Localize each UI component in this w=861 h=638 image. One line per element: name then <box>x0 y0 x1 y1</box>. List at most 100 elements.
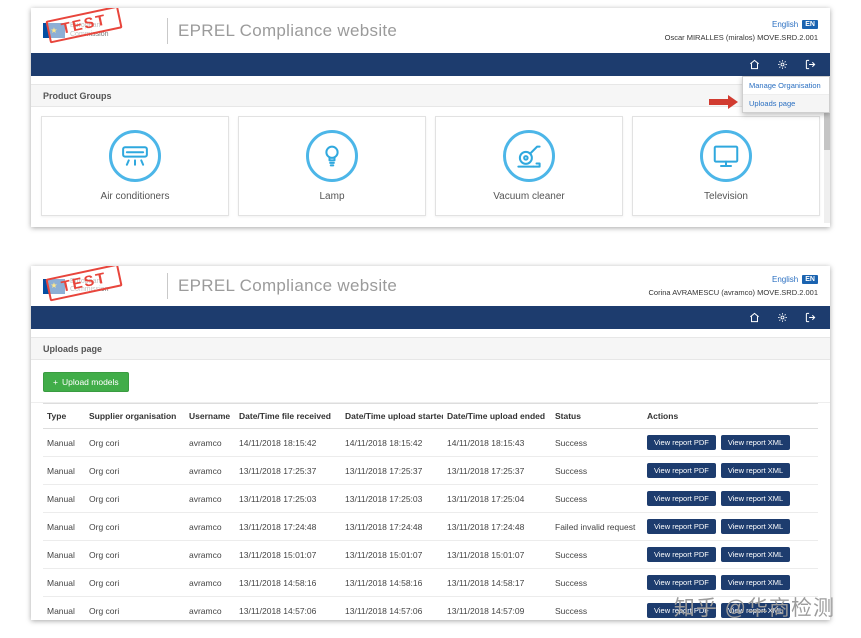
view-report-xml-button[interactable]: View report XML <box>720 435 791 450</box>
cell-ended: 13/11/2018 14:58:17 <box>443 568 551 597</box>
cell-username: avramco <box>185 512 235 541</box>
view-report-xml-button[interactable]: View report XML <box>720 491 791 506</box>
view-report-xml-button[interactable]: View report XML <box>720 575 791 590</box>
header-right: English EN Oscar MIRALLES (miralos) MOVE… <box>665 19 818 42</box>
cell-actions: View report PDF View report XML <box>643 540 818 569</box>
cell-status: Success <box>551 568 643 597</box>
cell-received: 14/11/2018 18:15:42 <box>235 428 341 457</box>
ec-logo: ★ European Commission TEST <box>43 8 147 53</box>
language-badge[interactable]: EN <box>802 19 818 29</box>
cell-ended: 13/11/2018 17:25:37 <box>443 456 551 485</box>
section-title: Product Groups <box>43 90 112 101</box>
vacuum-cleaner-icon <box>503 130 555 182</box>
cell-type: Manual <box>43 512 85 541</box>
view-report-pdf-button[interactable]: View report PDF <box>647 491 716 506</box>
card-air-conditioners[interactable]: Air conditioners <box>41 116 229 216</box>
col-actions: Actions <box>643 403 818 429</box>
col-date-received: Date/Time file received <box>235 403 341 429</box>
view-report-pdf-button[interactable]: View report PDF <box>647 575 716 590</box>
cell-username: avramco <box>185 596 235 620</box>
card-television[interactable]: Television <box>632 116 820 216</box>
card-label: Lamp <box>319 191 345 202</box>
site-header: ★ European Commission TEST EPREL Complia… <box>31 266 830 306</box>
cell-started: 13/11/2018 14:58:16 <box>341 568 443 597</box>
scrollbar-thumb[interactable] <box>824 108 830 150</box>
language-switcher[interactable]: English EN <box>649 275 818 284</box>
logout-icon[interactable] <box>805 312 816 323</box>
cell-type: Manual <box>43 540 85 569</box>
cell-started: 13/11/2018 14:57:06 <box>341 596 443 620</box>
cell-started: 14/11/2018 18:15:42 <box>341 428 443 457</box>
col-date-started: Date/Time upload started <box>341 403 443 429</box>
language-label[interactable]: English <box>772 275 798 284</box>
settings-dropdown: Manage Organisation Uploads page <box>742 76 830 113</box>
cell-username: avramco <box>185 540 235 569</box>
cell-received: 13/11/2018 17:25:03 <box>235 484 341 513</box>
col-username: Username <box>185 403 235 429</box>
home-icon[interactable] <box>749 312 760 323</box>
cell-received: 13/11/2018 14:57:06 <box>235 596 341 620</box>
table-row: Manual Org cori avramco 13/11/2018 17:25:03… <box>43 484 818 513</box>
cell-username: avramco <box>185 456 235 485</box>
uploads-page-screenshot: ★ European Commission TEST EPREL Complia… <box>31 266 830 620</box>
cell-status: Success <box>551 484 643 513</box>
table-row: Manual Org cori avramco 13/11/2018 17:25:37… <box>43 456 818 485</box>
lamp-icon <box>306 130 358 182</box>
language-label[interactable]: English <box>772 20 798 29</box>
arrow-head <box>728 95 738 109</box>
table-header-row: Type Supplier organisation Username Date… <box>43 403 818 429</box>
cell-received: 13/11/2018 17:24:48 <box>235 512 341 541</box>
view-report-pdf-button[interactable]: View report PDF <box>647 463 716 478</box>
cell-type: Manual <box>43 596 85 620</box>
uploads-table-wrap: Type Supplier organisation Username Date… <box>31 403 830 620</box>
col-supplier-organisation: Supplier organisation <box>85 403 185 429</box>
language-badge[interactable]: EN <box>802 275 818 284</box>
cell-started: 13/11/2018 17:24:48 <box>341 512 443 541</box>
cell-type: Manual <box>43 568 85 597</box>
view-report-pdf-button[interactable]: View report PDF <box>647 435 716 450</box>
cell-status: Failed invalid request <box>551 512 643 541</box>
product-groups-screenshot: ★ European Commission TEST EPREL Complia… <box>31 8 830 227</box>
upload-models-button[interactable]: + Upload models <box>43 372 129 392</box>
view-report-pdf-button[interactable]: View report PDF <box>647 547 716 562</box>
table-row: Manual Org cori avramco 13/11/2018 17:24:48… <box>43 512 818 541</box>
language-switcher[interactable]: English EN <box>665 19 818 29</box>
cell-status: Success <box>551 428 643 457</box>
card-lamp[interactable]: Lamp <box>238 116 426 216</box>
col-status: Status <box>551 403 643 429</box>
view-report-xml-button[interactable]: View report XML <box>720 547 791 562</box>
cell-started: 13/11/2018 17:25:37 <box>341 456 443 485</box>
cell-org: Org cori <box>85 428 185 457</box>
menu-item-uploads-page[interactable]: Uploads page <box>743 94 829 112</box>
cell-status: Success <box>551 596 643 620</box>
cell-ended: 14/11/2018 18:15:43 <box>443 428 551 457</box>
cell-received: 13/11/2018 14:58:16 <box>235 568 341 597</box>
cell-actions: View report PDF View report XML <box>643 512 818 541</box>
cell-org: Org cori <box>85 456 185 485</box>
gear-icon[interactable] <box>777 59 788 70</box>
page-title: EPREL Compliance website <box>178 276 398 295</box>
card-vacuum-cleaner[interactable]: Vacuum cleaner <box>435 116 623 216</box>
header-right: English EN Corina AVRAMESCU (avramco) MO… <box>649 275 818 297</box>
gear-icon[interactable] <box>777 312 788 323</box>
cell-type: Manual <box>43 428 85 457</box>
cell-received: 13/11/2018 15:01:07 <box>235 540 341 569</box>
nav-bar <box>31 53 830 76</box>
view-report-xml-button[interactable]: View report XML <box>720 463 791 478</box>
table-row: Manual Org cori avramco 14/11/2018 18:15:42… <box>43 428 818 457</box>
cell-started: 13/11/2018 17:25:03 <box>341 484 443 513</box>
cell-org: Org cori <box>85 596 185 620</box>
col-type: Type <box>43 403 85 429</box>
view-report-pdf-button[interactable]: View report PDF <box>647 519 716 534</box>
home-icon[interactable] <box>749 59 760 70</box>
cell-ended: 13/11/2018 14:57:09 <box>443 596 551 620</box>
scrollbar[interactable] <box>824 108 830 223</box>
section-title-bar: Uploads page <box>31 337 830 360</box>
view-report-xml-button[interactable]: View report XML <box>720 519 791 534</box>
watermark: 知乎 @华商检测 <box>673 597 835 620</box>
logout-icon[interactable] <box>805 59 816 70</box>
cell-actions: View report PDF View report XML <box>643 484 818 513</box>
cell-actions: View report PDF View report XML <box>643 428 818 457</box>
cell-org: Org cori <box>85 512 185 541</box>
menu-item-manage-organisation[interactable]: Manage Organisation <box>743 77 829 94</box>
